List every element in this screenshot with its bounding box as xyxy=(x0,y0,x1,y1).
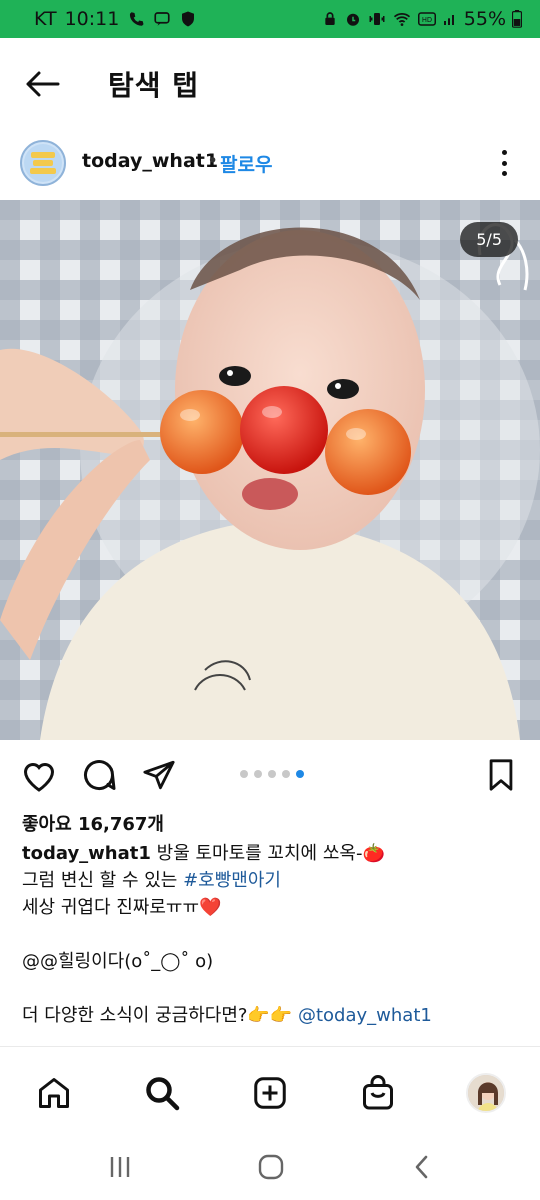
caption-text-1: 방울 토마토를 꼬치에 쏘옥-🍅 xyxy=(150,843,385,864)
shield-icon xyxy=(179,10,197,28)
carousel-dot xyxy=(282,770,290,778)
separator-dot: • xyxy=(207,150,219,172)
like-count[interactable]: 좋아요 16,767개 xyxy=(22,810,164,836)
phone-icon xyxy=(127,10,145,28)
caption-text-2: 그럼 변신 할 수 있는 xyxy=(22,870,184,891)
back-chevron-icon[interactable] xyxy=(402,1150,442,1184)
image-counter: 5/5 xyxy=(460,222,518,257)
photo-illustration xyxy=(0,200,540,740)
author-avatar[interactable] xyxy=(20,140,66,186)
search-icon[interactable] xyxy=(142,1073,182,1113)
recent-apps-icon[interactable] xyxy=(100,1150,140,1184)
follow-button[interactable]: 팔로우 xyxy=(220,150,272,177)
clock: 10:11 xyxy=(64,8,120,30)
comment-icon[interactable] xyxy=(80,756,118,794)
svg-text:HD: HD xyxy=(422,16,432,24)
caption-line-2: 그럼 변신 할 수 있는 #호빵맨아기 xyxy=(22,867,522,894)
heart-icon[interactable] xyxy=(20,756,58,794)
carousel-indicator xyxy=(240,770,304,778)
system-navigation xyxy=(0,1136,540,1200)
bottom-navigation xyxy=(0,1046,540,1136)
alarm-icon xyxy=(344,10,362,28)
caption-username[interactable]: today_what1 xyxy=(22,843,151,864)
share-icon[interactable] xyxy=(140,756,178,794)
home-icon[interactable] xyxy=(34,1073,74,1113)
caption-line-3: 세상 귀엽다 진짜로ㅠㅠ❤️ xyxy=(22,897,222,918)
more-vertical-icon[interactable] xyxy=(492,148,516,178)
home-circle-icon[interactable] xyxy=(251,1150,291,1184)
carousel-dot xyxy=(240,770,248,778)
carousel-dot-active xyxy=(296,770,304,778)
shop-icon[interactable] xyxy=(358,1073,398,1113)
author-username[interactable]: today_what1 xyxy=(82,150,218,172)
caption-line-4: @@힐링이다(o˚_◯˚ o) xyxy=(22,951,214,972)
battery-icon xyxy=(512,10,522,28)
hd-icon: HD xyxy=(417,11,436,27)
caption-line-5: 더 다양한 소식이 궁금하다면?👉👉 @today_what1 xyxy=(22,1002,522,1029)
battery-percent: 55% xyxy=(463,8,506,30)
post-caption: today_what1 방울 토마토를 꼬치에 쏘옥-🍅 그럼 변신 할 수 있… xyxy=(22,840,522,1029)
caption-line-1: today_what1 방울 토마토를 꼬치에 쏘옥-🍅 xyxy=(22,840,522,867)
page-title: 탐색 탭 xyxy=(108,69,200,102)
carousel-dot xyxy=(268,770,276,778)
post-photo[interactable]: 5/5 xyxy=(0,200,540,740)
add-post-icon[interactable] xyxy=(250,1073,290,1113)
post-actions xyxy=(0,740,540,808)
bookmark-icon[interactable] xyxy=(482,756,520,794)
hashtag-link[interactable]: #호빵맨아기 xyxy=(183,870,281,891)
wifi-icon xyxy=(392,10,412,28)
chat-icon xyxy=(153,10,171,28)
post-header: today_what1 • 팔로우 xyxy=(0,128,540,200)
status-bar: KT 10:11 HD 55% xyxy=(0,0,540,38)
lock-icon xyxy=(322,10,338,28)
caption-text-5: 더 다양한 소식이 궁금하다면?👉👉 xyxy=(22,1005,298,1026)
mention-link[interactable]: @today_what1 xyxy=(298,1005,432,1026)
carousel-dot xyxy=(254,770,262,778)
profile-avatar[interactable] xyxy=(466,1073,506,1113)
signal-icon xyxy=(442,11,458,27)
carrier-label: KT xyxy=(34,8,57,30)
vibrate-icon xyxy=(368,10,386,28)
top-app-bar: 탐색 탭 xyxy=(0,38,540,128)
arrow-left-icon[interactable] xyxy=(20,64,64,104)
